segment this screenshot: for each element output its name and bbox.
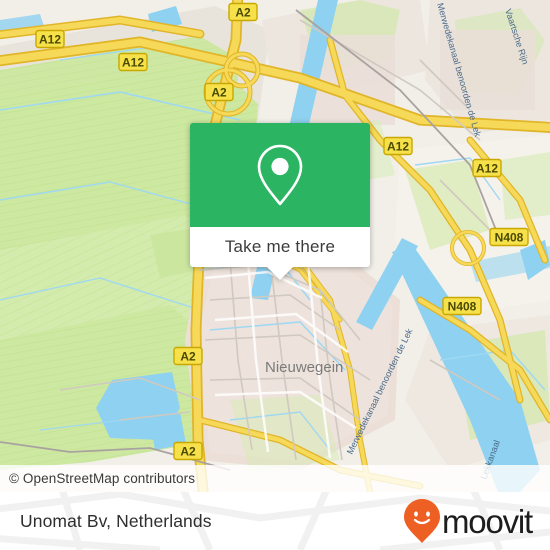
moovit-location-card: Nieuwegein Vaartsche Rijn Merwedekanaal … (0, 0, 550, 550)
map-canvas[interactable]: Nieuwegein Vaartsche Rijn Merwedekanaal … (0, 0, 550, 492)
callout-icon-panel (190, 123, 370, 227)
callout-action-label: Take me there (224, 237, 336, 256)
moovit-brand[interactable]: moovit (403, 498, 550, 544)
svg-text:N408: N408 (448, 300, 477, 314)
road-shield-a12: A12 (383, 136, 413, 156)
svg-text:A2: A2 (211, 86, 227, 100)
svg-text:A12: A12 (476, 162, 498, 176)
map-attribution-bar: © OpenStreetMap contributors (0, 465, 550, 492)
road-shield-a2: A2 (228, 2, 258, 22)
callout-pointer (266, 266, 294, 280)
road-shield-a2: A2 (173, 346, 203, 366)
moovit-wordmark: moovit (442, 502, 533, 540)
svg-text:A12: A12 (39, 33, 61, 47)
road-shield-a12: A12 (472, 158, 502, 178)
road-shield-a12: A12 (35, 29, 65, 49)
svg-text:A2: A2 (180, 350, 196, 364)
attribution-text: © OpenStreetMap contributors (9, 471, 196, 486)
svg-text:N408: N408 (495, 231, 524, 245)
map-place-label-nieuwegein: Nieuwegein (265, 359, 343, 376)
road-shield-a12: A12 (118, 52, 148, 72)
svg-text:A2: A2 (180, 445, 196, 459)
svg-text:A2: A2 (235, 6, 251, 20)
road-shield-n408: N408 (442, 296, 482, 316)
road-shield-a2: A2 (173, 441, 203, 461)
take-me-there-callout[interactable]: Take me there (190, 123, 370, 280)
svg-text:A12: A12 (122, 56, 144, 70)
info-bar: Unomat Bv, Netherlands moovit (0, 492, 550, 550)
location-title: Unomat Bv, Netherlands (20, 510, 212, 531)
road-shield-a2: A2 (204, 82, 234, 102)
callout-action-panel[interactable]: Take me there (190, 227, 370, 280)
location-pin-icon (257, 144, 303, 206)
road-shield-n408: N408 (489, 227, 529, 247)
moovit-smiley-pin-icon (404, 499, 440, 543)
svg-text:A12: A12 (387, 140, 409, 154)
